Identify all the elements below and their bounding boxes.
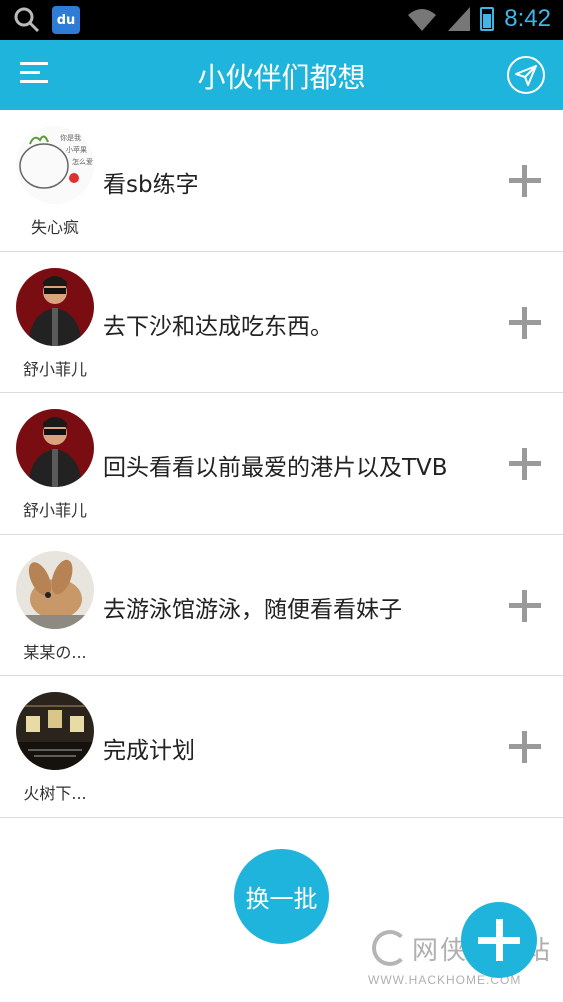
app-bar: 小伙伴们都想 [0, 40, 563, 110]
battery-icon [480, 7, 495, 31]
singer-avatar[interactable] [16, 409, 94, 488]
add-wish-button[interactable] [509, 306, 541, 339]
page-title: 小伙伴们都想 [197, 61, 366, 94]
wish-text: 完成计划 [103, 738, 195, 765]
wish-text: 去下沙和达成吃东西。 [103, 313, 333, 340]
wish-list: 你是我 小苹果 怎么爱 失心疯 看sb练字 舒小菲儿 去下沙和达成吃东西。 舒小… [0, 110, 563, 818]
user-name: 失心疯 [30, 218, 79, 237]
status-bar: du 8:42 [0, 0, 563, 40]
svg-text:小苹果: 小苹果 [66, 145, 87, 154]
wifi-icon [408, 9, 437, 31]
list-item[interactable]: 火树下... 完成计划 [0, 676, 563, 818]
search-icon [14, 7, 40, 33]
list-item[interactable]: 舒小菲儿 去下沙和达成吃东西。 [0, 252, 563, 394]
wish-text: 回头看看以前最爱的港片以及TVB [103, 455, 448, 482]
user-name: 火树下... [23, 784, 87, 804]
signal-icon [448, 7, 471, 31]
user-name: 某某の... [23, 642, 87, 662]
singer-avatar[interactable] [16, 267, 94, 346]
wish-text: 看sb练字 [103, 172, 199, 198]
baidu-icon: du [52, 6, 80, 34]
status-bar-left: du [14, 6, 80, 34]
watermark-logo-icon [372, 930, 408, 966]
doodle-avatar[interactable]: 你是我 小苹果 怎么爱 [16, 126, 94, 204]
user-name: 舒小菲儿 [22, 359, 87, 379]
svg-text:你是我: 你是我 [60, 133, 81, 142]
user-name: 舒小菲儿 [22, 501, 87, 521]
refresh-batch-button[interactable]: 换一批 [234, 849, 329, 944]
svg-text:怎么爱: 怎么爱 [72, 157, 93, 166]
add-wish-fab[interactable] [461, 902, 537, 978]
paper-plane-icon[interactable] [507, 56, 545, 94]
list-item[interactable]: 某某の... 去游泳馆游泳，随便看看妹子 [0, 535, 563, 677]
add-wish-button[interactable] [509, 589, 541, 622]
add-wish-button[interactable] [509, 731, 541, 764]
watermark-url: WWW.HACKHOME.COM [368, 973, 522, 987]
dark-room-avatar[interactable] [16, 692, 94, 771]
wish-text: 去游泳馆游泳，随便看看妹子 [103, 596, 402, 623]
list-item[interactable]: 你是我 小苹果 怎么爱 失心疯 看sb练字 [0, 110, 563, 252]
rabbit-avatar[interactable] [16, 550, 94, 629]
add-wish-button[interactable] [509, 165, 541, 197]
add-wish-button[interactable] [509, 448, 541, 481]
clock: 8:42 [504, 5, 551, 32]
list-item[interactable]: 舒小菲儿 回头看看以前最爱的港片以及TVB [0, 393, 563, 535]
status-bar-right: 8:42 [406, 5, 551, 33]
